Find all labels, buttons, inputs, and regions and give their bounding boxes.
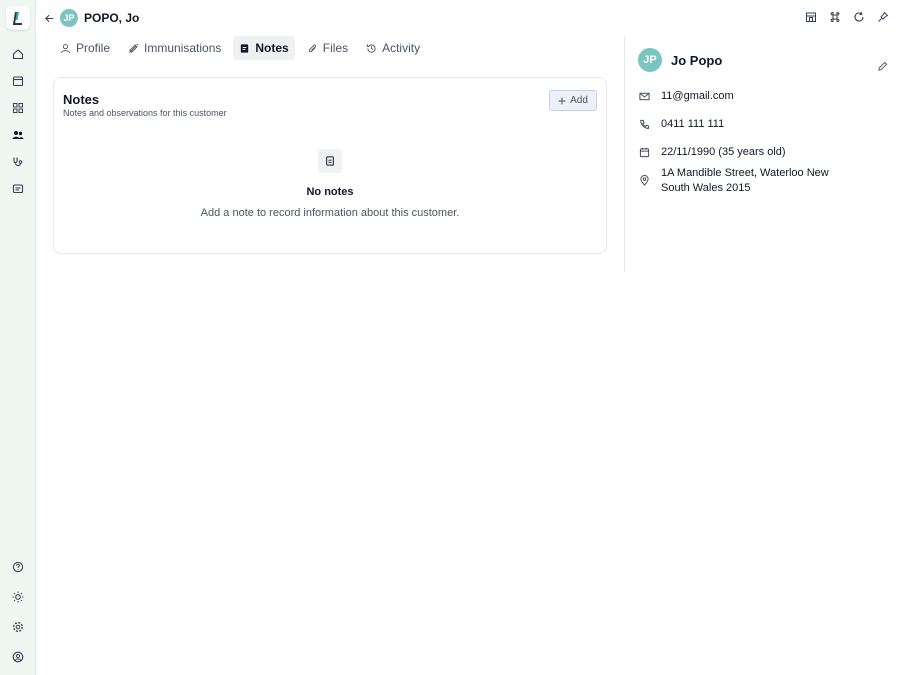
- empty-state-title: No notes: [306, 186, 354, 198]
- left-rail: [0, 0, 36, 675]
- tab-label: Activity: [382, 41, 421, 55]
- map-pin-icon: [637, 173, 651, 188]
- edit-customer-button[interactable]: [876, 60, 888, 72]
- customer-email[interactable]: 11@gmail.com: [661, 89, 841, 104]
- customer-dob-row: 22/11/1990 (35 years old): [637, 145, 841, 160]
- command-button[interactable]: [828, 10, 842, 24]
- history-icon: [366, 43, 376, 53]
- phone-icon: [637, 117, 651, 132]
- pencil-icon: [877, 61, 887, 71]
- mail-icon: [637, 89, 651, 104]
- note-icon: [241, 43, 249, 53]
- paperclip-icon: [308, 44, 316, 52]
- empty-note-icon: [318, 149, 342, 173]
- back-button[interactable]: [42, 11, 56, 25]
- help-icon[interactable]: [9, 558, 27, 576]
- plus-icon: [558, 97, 566, 104]
- add-note-button[interactable]: Add: [549, 90, 597, 111]
- store-button[interactable]: [804, 10, 818, 24]
- app-logo[interactable]: [6, 6, 30, 30]
- empty-state-description: Add a note to record information about t…: [200, 207, 460, 219]
- home-icon[interactable]: [9, 45, 27, 63]
- customer-address[interactable]: 1A Mandible Street, Waterloo New South W…: [661, 166, 841, 196]
- customer-name: Jo Popo: [671, 53, 723, 68]
- notes-subtitle: Notes and observations for this customer: [63, 108, 227, 118]
- refresh-button[interactable]: [852, 10, 866, 24]
- customer-email-row: 11@gmail.com: [637, 89, 841, 104]
- tab-profile[interactable]: Profile: [54, 36, 116, 60]
- tab-label: Files: [322, 41, 349, 55]
- tab-immunisations[interactable]: Immunisations: [122, 36, 227, 60]
- tab-notes[interactable]: Notes: [233, 36, 295, 60]
- store-icon: [806, 12, 816, 22]
- logo-icon: [12, 11, 22, 25]
- stethoscope-icon[interactable]: [9, 153, 27, 171]
- notes-card: Notes Notes and observations for this cu…: [53, 77, 607, 254]
- tab-bar: Profile Immunisations Notes Files Activi…: [54, 36, 426, 60]
- header-actions: [804, 10, 890, 24]
- pin-button[interactable]: [876, 10, 890, 24]
- tab-label: Notes: [255, 41, 289, 55]
- tab-label: Profile: [76, 41, 111, 55]
- page-header: JP POPO, Jo: [36, 0, 900, 36]
- add-note-label: Add: [570, 95, 588, 106]
- calendar-icon[interactable]: [9, 72, 27, 90]
- user-icon: [60, 43, 71, 53]
- sun-icon[interactable]: [9, 588, 27, 606]
- settings-icon[interactable]: [9, 618, 27, 636]
- refresh-icon: [854, 11, 864, 22]
- tab-activity[interactable]: Activity: [360, 36, 426, 60]
- grid-icon[interactable]: [9, 99, 27, 117]
- command-icon: [830, 11, 840, 23]
- calendar-icon: [637, 145, 651, 160]
- customers-icon[interactable]: [6, 123, 36, 147]
- notes-title: Notes: [63, 92, 100, 107]
- syringe-icon: [129, 43, 139, 53]
- customer-address-row: 1A Mandible Street, Waterloo New South W…: [637, 166, 841, 196]
- customer-avatar: JP: [638, 48, 662, 72]
- customer-dob: 22/11/1990 (35 years old): [661, 146, 786, 158]
- customer-panel: JP Jo Popo 11@gmail.com 0411 111 111 22/…: [624, 36, 900, 272]
- customer-phone[interactable]: 0411 111 111: [661, 117, 841, 132]
- arrow-left-icon: [44, 14, 53, 22]
- page-title: POPO, Jo: [84, 11, 140, 25]
- tab-label: Immunisations: [144, 41, 222, 55]
- messages-icon[interactable]: [9, 180, 27, 198]
- tab-files[interactable]: Files: [301, 36, 354, 60]
- customer-phone-row: 0411 111 111: [637, 117, 841, 132]
- avatar: JP: [60, 9, 78, 27]
- account-icon[interactable]: [9, 648, 27, 666]
- pin-icon: [878, 11, 889, 22]
